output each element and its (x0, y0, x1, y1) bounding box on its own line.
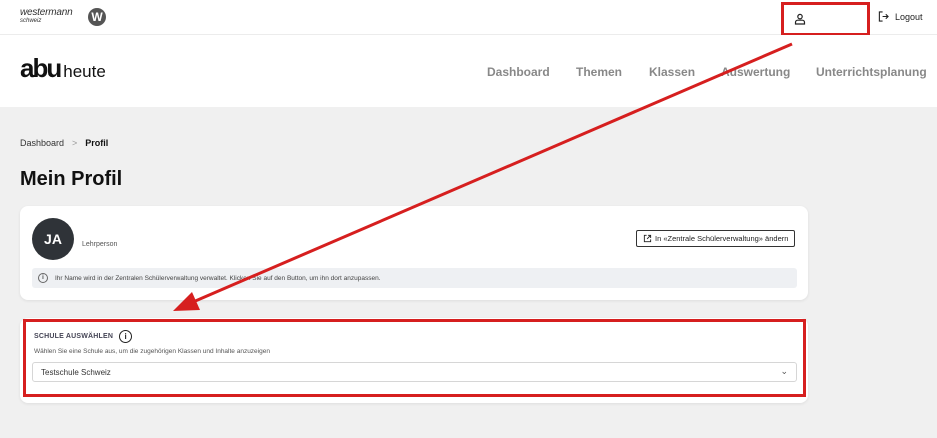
avatar: JA (32, 218, 74, 260)
user-role: Lehrperson (82, 241, 118, 248)
edit-in-central-management-button[interactable]: In «Zentrale Schülerverwaltung» ändern (636, 230, 796, 247)
school-select-label: SCHULE AUSWÄHLEN i (34, 330, 133, 343)
school-selected-value: Testschule Schweiz (41, 368, 111, 377)
nav-klassen[interactable]: Klassen (649, 65, 695, 79)
brand-sub: schweiz (20, 18, 42, 24)
chevron-down-icon: ⌄ (780, 366, 788, 376)
school-select-help: Wählen Sie eine Schule aus, um die zugeh… (34, 348, 270, 355)
nav-dashboard[interactable]: Dashboard (487, 65, 550, 79)
school-select-dropdown[interactable]: Testschule Schweiz ⌄ (32, 362, 797, 382)
logout-icon (878, 11, 889, 22)
nav-auswertung[interactable]: Auswertung (721, 65, 790, 79)
main-header: abu heute Dashboard Themen Klassen Auswe… (0, 35, 937, 107)
school-label-text: SCHULE AUSWÄHLEN (34, 333, 114, 340)
abu-heute-logo[interactable]: abu heute (20, 53, 106, 84)
breadcrumb-dashboard[interactable]: Dashboard (20, 138, 64, 148)
nav-unterrichtsplanung[interactable]: Unterrichtsplanung (816, 65, 927, 79)
profile-card: JA Lehrperson In «Zentrale Schülerverwal… (20, 206, 808, 300)
info-notice: i Ihr Name wird in der Zentralen Schüler… (32, 268, 797, 288)
westermann-badge-icon: W (88, 8, 106, 26)
info-text: Ihr Name wird in der Zentralen Schülerve… (55, 274, 381, 282)
westermann-logo[interactable]: westermann schweiz (20, 7, 73, 25)
info-circle-icon[interactable]: i (119, 330, 133, 343)
edit-button-label: In «Zentrale Schülerverwaltung» ändern (655, 234, 789, 243)
user-profile-button[interactable] (781, 2, 870, 36)
logo-main: abu (20, 53, 62, 83)
breadcrumb-separator: > (72, 138, 78, 148)
breadcrumb-profil: Profil (85, 138, 109, 148)
school-select-card (20, 318, 808, 403)
user-icon (794, 13, 806, 25)
logout-button[interactable]: Logout (878, 11, 923, 22)
page-title: Mein Profil (20, 168, 123, 190)
breadcrumb: Dashboard > Profil (20, 138, 108, 148)
info-icon: i (38, 273, 48, 283)
external-edit-icon (643, 234, 652, 243)
logo-sub: heute (63, 62, 106, 81)
logout-label: Logout (895, 11, 923, 22)
nav-themen[interactable]: Themen (576, 65, 622, 79)
brand-name: westermann (20, 7, 73, 18)
